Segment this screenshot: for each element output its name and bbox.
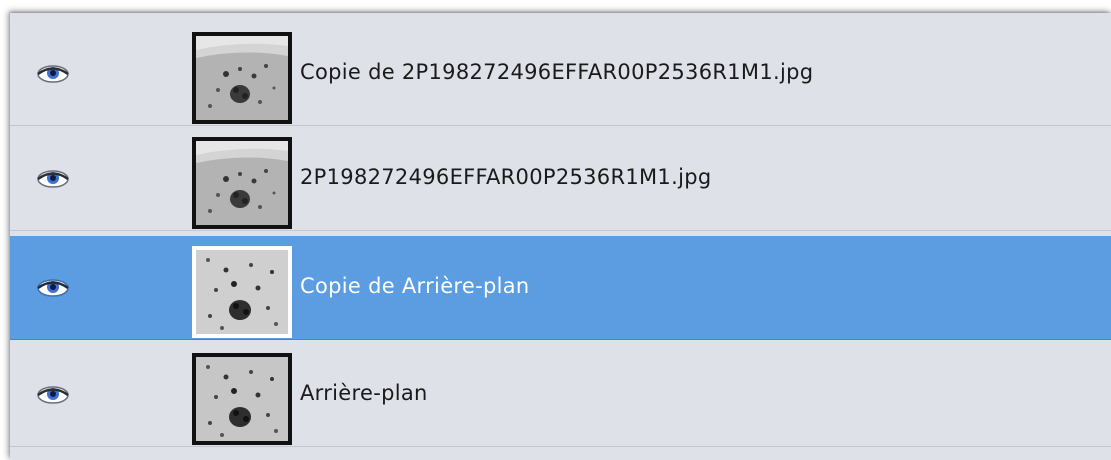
layer-name[interactable]: Arrière-plan [300, 381, 428, 405]
layer-thumbnail [192, 246, 292, 338]
visibility-toggle[interactable] [35, 383, 71, 407]
eye-icon [37, 279, 69, 297]
eye-icon [37, 386, 69, 404]
layer-row-selected[interactable]: Copie de Arrière-plan [10, 236, 1111, 340]
layer-thumbnail [192, 32, 292, 124]
layer-name[interactable]: 2P198272496EFFAR00P2536R1M1.jpg [300, 165, 711, 189]
visibility-toggle[interactable] [35, 276, 71, 300]
visibility-toggle[interactable] [35, 62, 71, 86]
layer-row[interactable]: Arrière-plan [10, 343, 1111, 447]
eye-icon [37, 170, 69, 188]
layer-row[interactable]: Copie de 2P198272496EFFAR00P2536R1M1.jpg [10, 22, 1111, 126]
layer-name[interactable]: Copie de 2P198272496EFFAR00P2536R1M1.jpg [300, 60, 813, 84]
eye-icon [37, 65, 69, 83]
layer-name[interactable]: Copie de Arrière-plan [300, 274, 530, 298]
layer-thumbnail [192, 353, 292, 445]
layers-panel: Copie de 2P198272496EFFAR00P2536R1M1.jpg [10, 13, 1111, 460]
layer-thumbnail [192, 137, 292, 229]
visibility-toggle[interactable] [35, 167, 71, 191]
layer-row[interactable]: 2P198272496EFFAR00P2536R1M1.jpg [10, 127, 1111, 231]
